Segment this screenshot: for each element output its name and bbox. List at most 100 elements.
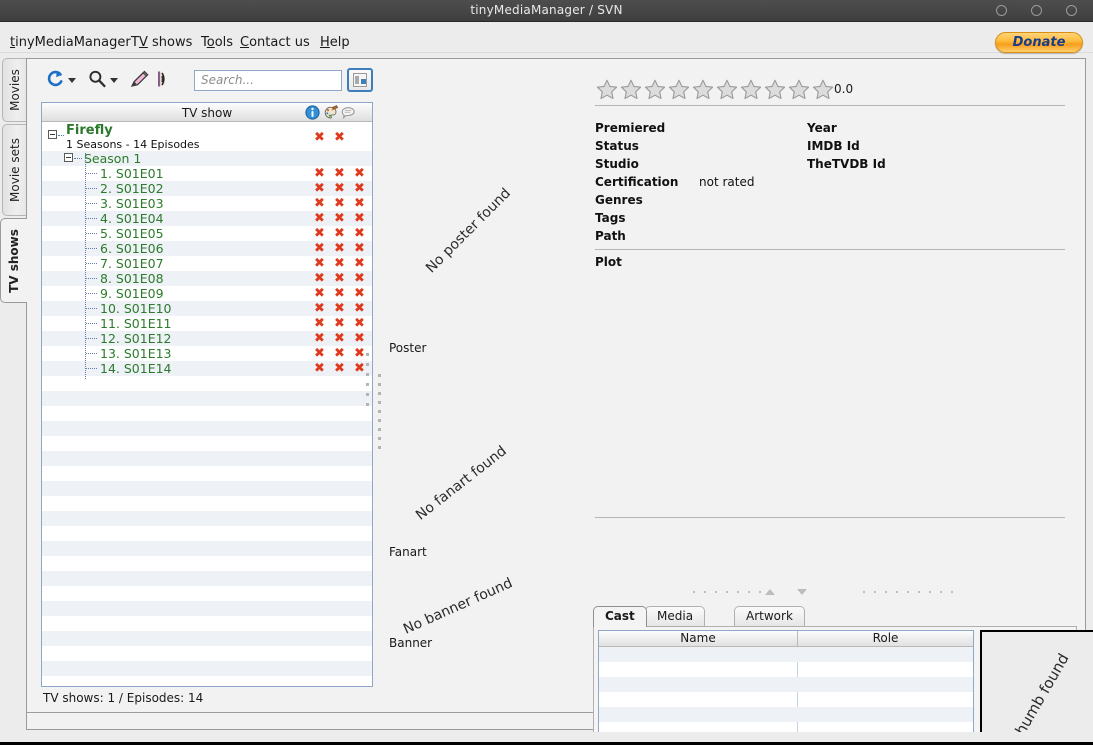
tab-artwork[interactable]: Artwork	[734, 606, 805, 626]
tab-cast[interactable]: Cast	[593, 606, 647, 627]
star-icon-5[interactable]	[691, 78, 715, 100]
panel-layout-icon[interactable]	[347, 68, 373, 92]
refresh-icon[interactable]	[45, 69, 65, 89]
banner-slot[interactable]: No banner found Banner	[385, 551, 575, 650]
edit-pencil-icon[interactable]	[129, 69, 151, 89]
horizontal-splitter[interactable]	[583, 587, 1077, 597]
tree-empty-row[interactable]	[42, 526, 372, 541]
nfo-bubble-icon[interactable]	[341, 105, 356, 120]
tree-show-name: Firefly	[66, 123, 113, 138]
maximize-button[interactable]	[1031, 5, 1042, 16]
tree-empty-row[interactable]	[42, 451, 372, 466]
season-collapse-toggle-icon[interactable]	[64, 153, 73, 162]
tree-row-episode[interactable]: 14. S01E14 ✖ ✖ ✖	[42, 361, 372, 376]
cast-table-row[interactable]	[599, 707, 973, 722]
cast-table-row[interactable]	[599, 662, 973, 677]
tree-empty-row[interactable]	[42, 481, 372, 496]
star-icon-9[interactable]	[787, 78, 811, 100]
tree-empty-row[interactable]	[42, 376, 372, 391]
fanart-slot[interactable]: No fanart found Fanart	[385, 365, 575, 559]
sidebar-tab-movies[interactable]: Movies	[2, 58, 27, 122]
search-icon[interactable]	[87, 69, 107, 89]
tree-row-episode[interactable]: 8. S01E08 ✖ ✖ ✖	[42, 271, 372, 286]
tree-empty-row[interactable]	[42, 631, 372, 646]
tree-row-episode[interactable]: 13. S01E13 ✖ ✖ ✖	[42, 346, 372, 361]
star-icon-3[interactable]	[643, 78, 667, 100]
menu-contact-us[interactable]: Contact us	[240, 35, 310, 50]
artwork-palette-icon[interactable]	[323, 105, 339, 120]
tree-empty-row[interactable]	[42, 646, 372, 661]
tree-row-episode[interactable]: 3. S01E03 ✖ ✖ ✖	[42, 196, 372, 211]
window-title: tinyMediaManager / SVN	[470, 3, 623, 17]
tree-row-episode[interactable]: 6. S01E06 ✖ ✖ ✖	[42, 241, 372, 256]
splitter-collapse-down-icon[interactable]	[797, 589, 807, 595]
tab-media-files[interactable]: Media files	[645, 606, 706, 642]
tree-row-episode[interactable]: 10. S01E10 ✖ ✖ ✖	[42, 301, 372, 316]
menu-tools[interactable]: Tools	[201, 35, 233, 50]
rating-stars[interactable]	[595, 78, 835, 100]
star-icon-7[interactable]	[739, 78, 763, 100]
thumb-slot[interactable]: No thumb found	[980, 630, 1093, 745]
tree-row-episode[interactable]: 9. S01E09 ✖ ✖ ✖	[42, 286, 372, 301]
tree-empty-row[interactable]	[42, 661, 372, 676]
tree-row-episode[interactable]: 12. S01E12 ✖ ✖ ✖	[42, 331, 372, 346]
tree-row-episode[interactable]: 1. S01E01 ✖ ✖ ✖	[42, 166, 372, 181]
tree-scroll-grip[interactable]	[365, 353, 371, 413]
tree-empty-row[interactable]	[42, 406, 372, 421]
vertical-splitter[interactable]	[375, 102, 385, 687]
tree-body[interactable]: Firefly 1 Seasons - 14 Episodes ✖ ✖ Seas…	[42, 123, 372, 686]
sidebar-tab-tv-shows[interactable]: TV shows	[0, 218, 27, 303]
rss-feed-icon[interactable]	[157, 69, 179, 89]
cast-table-row[interactable]	[599, 647, 973, 662]
tree-empty-row[interactable]	[42, 676, 372, 686]
cast-column-header-name[interactable]: Name	[599, 631, 797, 647]
cast-table[interactable]: Name Role	[598, 630, 974, 745]
tree-empty-row[interactable]	[42, 556, 372, 571]
tree-row-episode[interactable]: 2. S01E02 ✖ ✖ ✖	[42, 181, 372, 196]
star-icon-8[interactable]	[763, 78, 787, 100]
info-icon[interactable]	[305, 105, 320, 120]
star-icon-10[interactable]	[811, 78, 835, 100]
splitter-grip-dot	[918, 591, 920, 593]
refresh-dropdown-chevron-down-icon[interactable]	[68, 78, 76, 83]
menu-help[interactable]: Help	[320, 35, 350, 50]
tv-show-tree-panel[interactable]: TV show Firefly 1 Seasons - 14 Episodes …	[41, 102, 373, 687]
tree-empty-row[interactable]	[42, 616, 372, 631]
star-icon-6[interactable]	[715, 78, 739, 100]
menu-tv-shows[interactable]: TV shows	[131, 35, 192, 50]
splitter-collapse-up-icon[interactable]	[765, 589, 775, 595]
tree-empty-row[interactable]	[42, 466, 372, 481]
tree-empty-row[interactable]	[42, 601, 372, 616]
tree-empty-row[interactable]	[42, 391, 372, 406]
tree-row-season[interactable]: Season 1	[42, 151, 372, 166]
donate-button[interactable]: Donate	[995, 32, 1083, 53]
show-collapse-toggle-icon[interactable]	[48, 130, 57, 139]
star-icon-2[interactable]	[619, 78, 643, 100]
tree-empty-row[interactable]	[42, 421, 372, 436]
search-dropdown-chevron-down-icon[interactable]	[110, 78, 118, 83]
tree-empty-row[interactable]	[42, 496, 372, 511]
tree-empty-row[interactable]	[42, 571, 372, 586]
cast-table-row[interactable]	[599, 677, 973, 692]
artwork-column: No poster found Poster No fanart found F…	[385, 69, 575, 650]
tree-row-episode[interactable]: 7. S01E07 ✖ ✖ ✖	[42, 256, 372, 271]
tree-empty-row[interactable]	[42, 436, 372, 451]
cast-column-header-role[interactable]: Role	[797, 631, 973, 647]
tree-row-episode[interactable]: 11. S01E11 ✖ ✖ ✖	[42, 316, 372, 331]
minimize-button[interactable]	[996, 5, 1007, 16]
poster-slot[interactable]: No poster found Poster	[385, 69, 575, 359]
cast-table-row[interactable]	[599, 692, 973, 707]
star-icon-4[interactable]	[667, 78, 691, 100]
application-window: tinyMediaManager / SVN tinyMediaManager …	[0, 0, 1093, 745]
star-icon-1[interactable]	[595, 78, 619, 100]
tree-row-episode[interactable]: 5. S01E05 ✖ ✖ ✖	[42, 226, 372, 241]
tree-row-episode[interactable]: 4. S01E04 ✖ ✖ ✖	[42, 211, 372, 226]
close-button[interactable]	[1066, 5, 1077, 16]
tree-empty-row[interactable]	[42, 511, 372, 526]
tree-row-show[interactable]: Firefly 1 Seasons - 14 Episodes ✖ ✖	[42, 123, 372, 151]
menu-tinymediamanager[interactable]: tinyMediaManager	[10, 35, 131, 50]
search-input[interactable]: Search...	[194, 70, 342, 91]
tree-empty-row[interactable]	[42, 586, 372, 601]
tree-empty-row[interactable]	[42, 541, 372, 556]
sidebar-tab-movie-sets[interactable]: Movie sets	[2, 124, 27, 216]
